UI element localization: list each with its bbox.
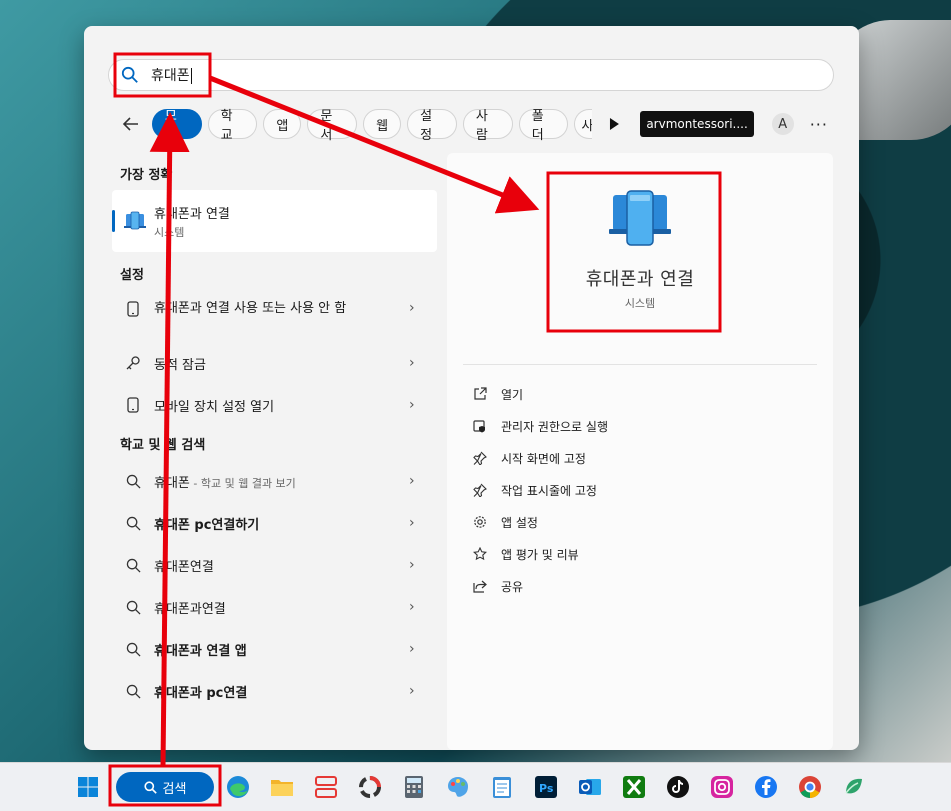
results-list: 가장 정확 휴대폰과 연결 시스템 설정 휴대폰과 연결 사용 또는 사용 안 … xyxy=(112,156,437,712)
search-input[interactable]: 휴대폰 xyxy=(108,59,834,91)
share-icon xyxy=(473,578,489,594)
filter-chip-school[interactable]: 학교 xyxy=(207,109,258,143)
search-icon xyxy=(124,598,142,616)
settings-item-mobile-devices[interactable]: 모바일 장치 설정 열기 › xyxy=(112,384,437,426)
preview-app-name: 휴대폰과 연결 xyxy=(585,269,695,290)
search-icon xyxy=(124,556,142,574)
chevron-right-icon: › xyxy=(409,599,415,615)
filter-chip-folders[interactable]: 폴더 xyxy=(518,109,569,143)
windows-start-icon[interactable] xyxy=(74,773,102,801)
web-search-heading: 학교 및 웹 검색 xyxy=(120,437,206,453)
search-icon xyxy=(124,472,142,490)
search-icon xyxy=(124,514,142,532)
best-match-name: 휴대폰과 연결 xyxy=(154,206,230,222)
tiktok-icon[interactable] xyxy=(664,773,692,801)
preview-actions: 열기 관리자 권한으로 실행 시작 화면에 고정 작업 표시줄에 고정 앱 설정… xyxy=(473,378,608,602)
search-icon xyxy=(124,682,142,700)
action-app-settings[interactable]: 앱 설정 xyxy=(473,506,608,538)
notepad-icon[interactable] xyxy=(488,773,516,801)
search-query-text: 휴대폰 xyxy=(151,68,192,84)
windows-search-panel: 휴대폰 모두 학교 앱 문서 웹 설정 사람 폴더 사 arvmontessor… xyxy=(84,26,859,750)
action-run-as-admin[interactable]: 관리자 권한으로 실행 xyxy=(473,410,608,442)
web-result-item[interactable]: 휴대폰과 pc연결 › xyxy=(112,670,437,712)
loading-app-icon[interactable] xyxy=(356,773,384,801)
best-match-type: 시스템 xyxy=(154,225,185,239)
chrome-icon[interactable] xyxy=(796,773,824,801)
web-result-main: 휴대폰 xyxy=(154,475,190,491)
web-result-item[interactable]: 휴대폰 pc연결하기 › xyxy=(112,502,437,544)
edge-icon[interactable] xyxy=(224,773,252,801)
arrow-left-icon xyxy=(122,117,138,131)
file-explorer-icon[interactable] xyxy=(268,773,296,801)
filter-chip-overflow[interactable]: 사 xyxy=(574,109,593,139)
chevron-right-icon: › xyxy=(409,300,415,316)
filter-chip-apps[interactable]: 앱 xyxy=(263,109,302,139)
facebook-icon[interactable] xyxy=(752,773,780,801)
chevron-right-icon: › xyxy=(409,557,415,573)
web-result-item[interactable]: 휴대폰과 연결 앱 › xyxy=(112,628,437,670)
filter-chip-documents[interactable]: 문서 xyxy=(307,109,358,143)
taskbar-search-button[interactable]: 검색 xyxy=(116,772,214,802)
search-icon xyxy=(143,780,157,794)
more-options-button[interactable]: ··· xyxy=(810,115,828,134)
chevron-right-icon: › xyxy=(409,641,415,657)
outlook-icon[interactable] xyxy=(576,773,604,801)
preview-app-type: 시스템 xyxy=(624,297,656,310)
search-icon xyxy=(121,66,138,83)
organization-badge[interactable]: arvmontessori.... xyxy=(640,111,754,137)
chevron-right-icon: › xyxy=(409,397,415,413)
action-open[interactable]: 열기 xyxy=(473,378,608,410)
open-external-icon xyxy=(473,386,489,402)
action-rate-review[interactable]: 앱 평가 및 리뷰 xyxy=(473,538,608,570)
gear-icon xyxy=(473,514,489,530)
paint-icon[interactable] xyxy=(444,773,472,801)
chevron-right-icon: › xyxy=(409,473,415,489)
instagram-icon[interactable] xyxy=(708,773,736,801)
filter-chip-web[interactable]: 웹 xyxy=(363,109,402,139)
play-icon[interactable] xyxy=(606,116,622,132)
filter-chip-people[interactable]: 사람 xyxy=(462,109,513,143)
avatar[interactable]: A xyxy=(771,113,794,135)
filter-bar: 모두 학교 앱 문서 웹 설정 사람 폴더 사 arvmontessori...… xyxy=(118,108,828,143)
phone-link-icon xyxy=(124,211,146,230)
settings-heading: 설정 xyxy=(120,267,144,283)
taskbar: 검색 Ps xyxy=(0,762,951,811)
settings-item-phone-link-toggle[interactable]: 휴대폰과 연결 사용 또는 사용 안 함 › xyxy=(112,290,437,342)
best-match-item[interactable]: 휴대폰과 연결 시스템 xyxy=(112,190,437,252)
chevron-right-icon: › xyxy=(409,683,415,699)
preview-hero[interactable]: 휴대폰과 연결 시스템 xyxy=(447,153,833,337)
phone-icon xyxy=(124,300,142,318)
back-button[interactable] xyxy=(118,111,144,137)
web-result-item[interactable]: 휴대폰과연결 › xyxy=(112,586,437,628)
search-icon xyxy=(124,640,142,658)
settings-item-dynamic-lock[interactable]: 동적 잠금 › xyxy=(112,342,437,384)
star-icon xyxy=(473,546,489,562)
calculator-icon[interactable] xyxy=(400,773,428,801)
phone-icon xyxy=(124,396,142,414)
pin-icon xyxy=(473,482,489,498)
action-pin-to-start[interactable]: 시작 화면에 고정 xyxy=(473,442,608,474)
web-result-hint: - 학교 및 웹 결과 보기 xyxy=(189,476,296,490)
filter-chip-all[interactable]: 모두 xyxy=(151,109,202,143)
action-share[interactable]: 공유 xyxy=(473,570,608,602)
svg-text:Ps: Ps xyxy=(539,782,554,795)
copilot-icon[interactable] xyxy=(840,773,868,801)
best-match-heading: 가장 정확 xyxy=(120,167,173,183)
photoshop-icon[interactable]: Ps xyxy=(532,773,560,801)
snipping-tool-icon[interactable] xyxy=(312,773,340,801)
chevron-right-icon: › xyxy=(409,515,415,531)
divider xyxy=(463,364,817,365)
preview-pane: 휴대폰과 연결 시스템 열기 관리자 권한으로 실행 시작 화면에 고정 작업 … xyxy=(447,153,833,750)
phone-link-icon xyxy=(609,190,671,246)
web-result-item[interactable]: 휴대폰 - 학교 및 웹 결과 보기 › xyxy=(112,460,437,502)
chevron-right-icon: › xyxy=(409,355,415,371)
filter-chip-settings[interactable]: 설정 xyxy=(407,109,457,143)
shield-icon xyxy=(473,418,489,434)
pin-icon xyxy=(473,450,489,466)
action-pin-to-taskbar[interactable]: 작업 표시줄에 고정 xyxy=(473,474,608,506)
key-icon xyxy=(124,354,142,372)
web-result-item[interactable]: 휴대폰연결 › xyxy=(112,544,437,586)
xbox-icon[interactable] xyxy=(620,773,648,801)
